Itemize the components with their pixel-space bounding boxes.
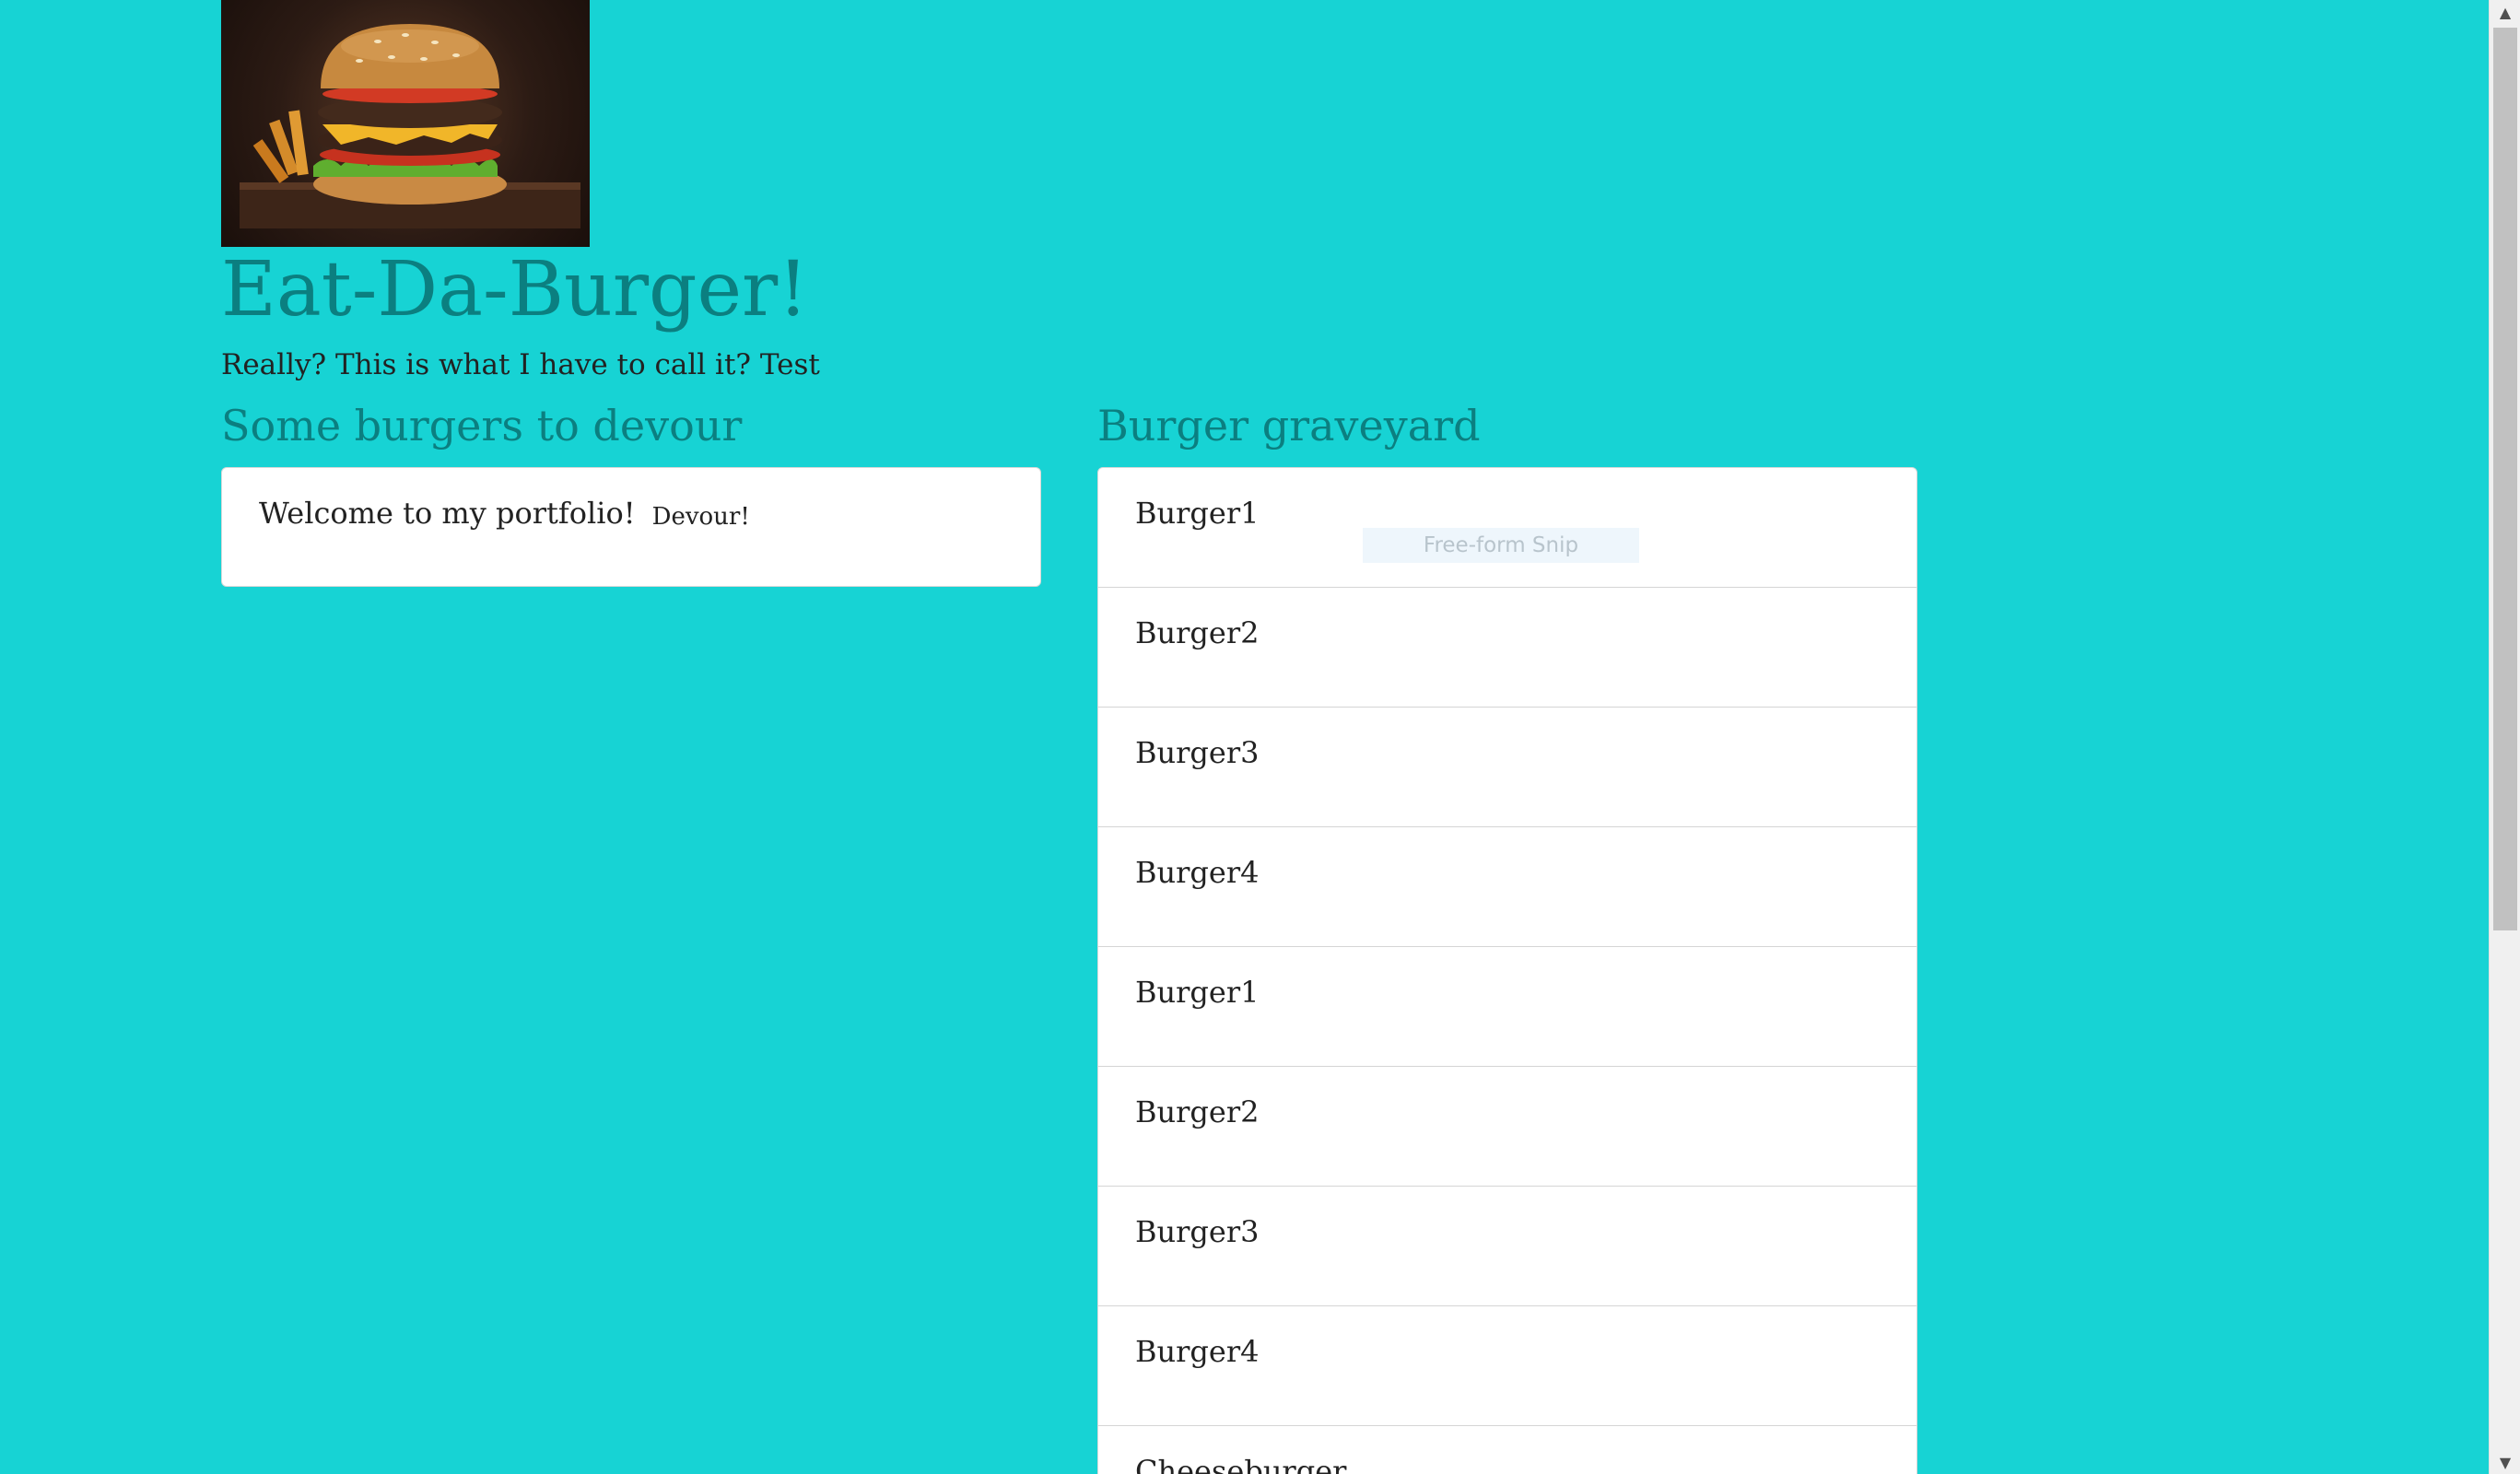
graveyard-list-item: Burger1 xyxy=(1098,947,1916,1067)
graveyard-list: Burger1 Burger2 Burger3 Burger4 Burger1 … xyxy=(1097,467,1917,1474)
graveyard-list-item: Burger3 xyxy=(1098,708,1916,827)
burger-image xyxy=(221,0,590,247)
graveyard-list-item: Burger3 xyxy=(1098,1187,1916,1306)
page-title: Eat-Da-Burger! xyxy=(221,246,809,333)
burger-name: Welcome to my portfolio! xyxy=(259,496,636,531)
chevron-up-icon[interactable]: ▲ xyxy=(2490,0,2520,24)
devour-section-heading: Some burgers to devour xyxy=(221,401,743,450)
graveyard-list-item: Burger4 xyxy=(1098,1306,1916,1426)
graveyard-list-item: Burger2 xyxy=(1098,588,1916,708)
page: Eat-Da-Burger! Really? This is what I ha… xyxy=(0,0,2520,1474)
graveyard-section-heading: Burger graveyard xyxy=(1097,401,1481,450)
devour-list-item: Welcome to my portfolio! Devour! xyxy=(221,467,1041,587)
graveyard-list-item: Burger2 xyxy=(1098,1067,1916,1187)
chevron-down-icon[interactable]: ▼ xyxy=(2490,1450,2520,1474)
page-subtitle: Really? This is what I have to call it? … xyxy=(221,348,820,381)
scrollbar-thumb[interactable] xyxy=(2493,28,2517,930)
vertical-scrollbar[interactable]: ▲ ▼ xyxy=(2489,0,2520,1474)
graveyard-list-item: Cheeseburger xyxy=(1098,1426,1916,1474)
devour-button[interactable]: Devour! xyxy=(651,503,750,531)
free-form-snip-tooltip[interactable]: Free-form Snip xyxy=(1363,528,1639,563)
graveyard-list-item: Burger4 xyxy=(1098,827,1916,947)
